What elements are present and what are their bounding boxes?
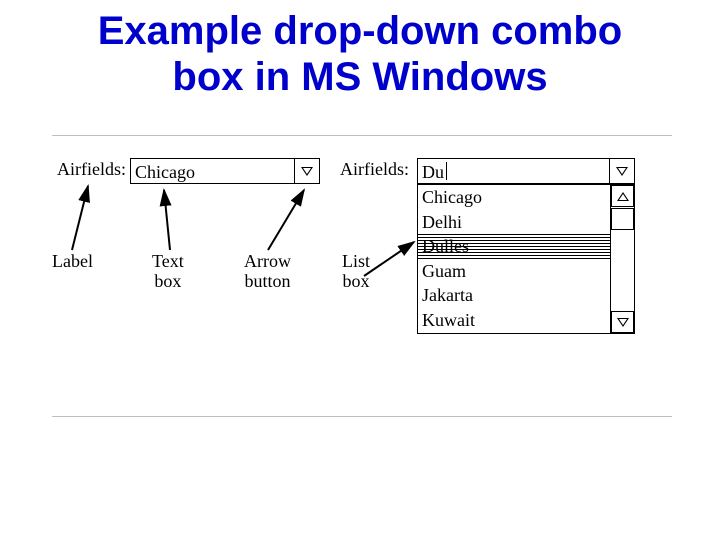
scrollbar[interactable] [610,185,634,333]
combo-box-closed[interactable]: Chicago [130,158,320,184]
dropdown-arrow-button-open[interactable] [609,159,634,183]
list-item[interactable]: Kuwait [418,308,610,333]
field-label-left: Airfields: [57,160,126,180]
field-label-right: Airfields: [340,160,409,180]
page-title: Example drop-down combo box in MS Window… [0,8,720,100]
callout-label-label: Label [52,252,93,272]
chevron-down-icon [616,167,628,176]
chevron-down-icon [301,167,313,176]
combo-box-open[interactable]: Du [417,158,635,184]
list-item[interactable]: Jakarta [418,283,610,308]
listbox[interactable]: ChicagoDelhiDullesGuamJakartaKuwait [417,184,635,334]
diagram-container: Airfields: Chicago Label Text box Arrow … [52,135,672,417]
callout-label-listbox: List box [342,252,370,292]
callout-arrow-arrowbtn [260,186,320,252]
callout-label-arrowbutton: Arrow button [244,252,291,292]
list-item[interactable]: Chicago [418,185,610,210]
dropdown-arrow-button[interactable] [294,159,319,183]
list-item[interactable]: Guam [418,259,610,284]
callout-arrow-label [66,182,96,252]
list-item[interactable]: Delhi [418,210,610,235]
chevron-up-icon [617,192,629,201]
list-item[interactable]: Dulles [418,234,610,259]
text-caret-icon [446,162,447,180]
chevron-down-icon [617,318,629,327]
scroll-thumb[interactable] [611,208,634,230]
combo-textbox[interactable]: Chicago [135,162,195,183]
title-line-2: box in MS Windows [172,55,547,99]
title-line-1: Example drop-down combo [98,9,622,53]
combo-textbox-open[interactable]: Du [422,162,444,183]
listbox-items: ChicagoDelhiDullesGuamJakartaKuwait [418,185,610,333]
callout-arrow-textbox [152,186,192,252]
callout-label-textbox: Text box [152,252,184,292]
scroll-up-button[interactable] [611,185,634,207]
scroll-down-button[interactable] [611,311,634,333]
